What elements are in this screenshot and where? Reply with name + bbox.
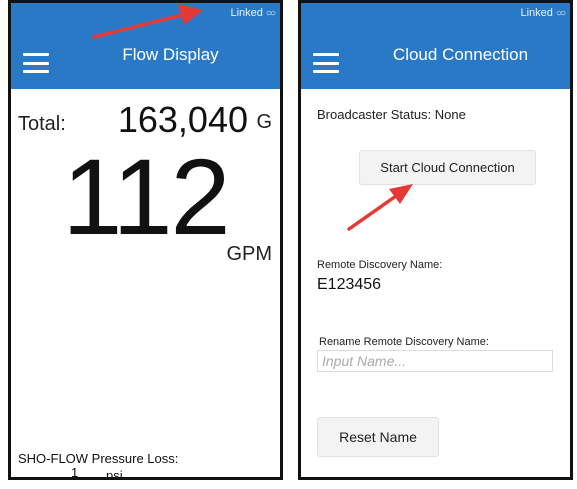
linked-status-text: Linked: [520, 7, 553, 19]
rename-discovery-label: Rename Remote Discovery Name:: [319, 336, 489, 348]
flow-rate-unit: GPM: [226, 243, 272, 265]
page-title: Cloud Connection: [392, 45, 529, 64]
page-title: Flow Display: [122, 45, 219, 64]
reset-name-button[interactable]: Reset Name: [317, 417, 439, 457]
remote-discovery-value: E123456: [317, 276, 382, 293]
cloud-connection-screen: Linked ○○ Cloud Connection Broadcaster S…: [298, 0, 573, 480]
pressure-loss-label: SHO-FLOW Pressure Loss:: [18, 451, 179, 466]
status-bar: Linked ○○: [11, 3, 280, 23]
linked-status-text: Linked: [230, 7, 263, 19]
flow-rate-value: 112: [62, 136, 230, 257]
flow-display-screen: Linked ○○ Flow Display Total: 163,040 G …: [8, 0, 283, 480]
link-icon: ○○: [265, 7, 276, 19]
link-icon: ○○: [555, 7, 566, 19]
app-header: Flow Display: [11, 23, 280, 89]
total-unit: G: [256, 111, 272, 133]
remote-discovery-label: Remote Discovery Name:: [317, 259, 443, 271]
app-header: Cloud Connection: [301, 23, 570, 89]
status-bar: Linked ○○: [301, 3, 570, 23]
hamburger-menu-icon[interactable]: [313, 53, 339, 73]
broadcaster-status: Broadcaster Status: None: [317, 107, 466, 122]
pressure-loss-value: 1: [71, 465, 79, 480]
total-label: Total:: [18, 113, 66, 135]
hamburger-menu-icon[interactable]: [23, 53, 49, 73]
total-value: 163,040: [117, 99, 248, 140]
start-cloud-connection-button[interactable]: Start Cloud Connection: [359, 150, 536, 185]
rename-discovery-input[interactable]: [317, 350, 553, 372]
pressure-loss-unit: psi: [106, 468, 123, 480]
total-row: Total: 163,040 G: [18, 99, 272, 141]
